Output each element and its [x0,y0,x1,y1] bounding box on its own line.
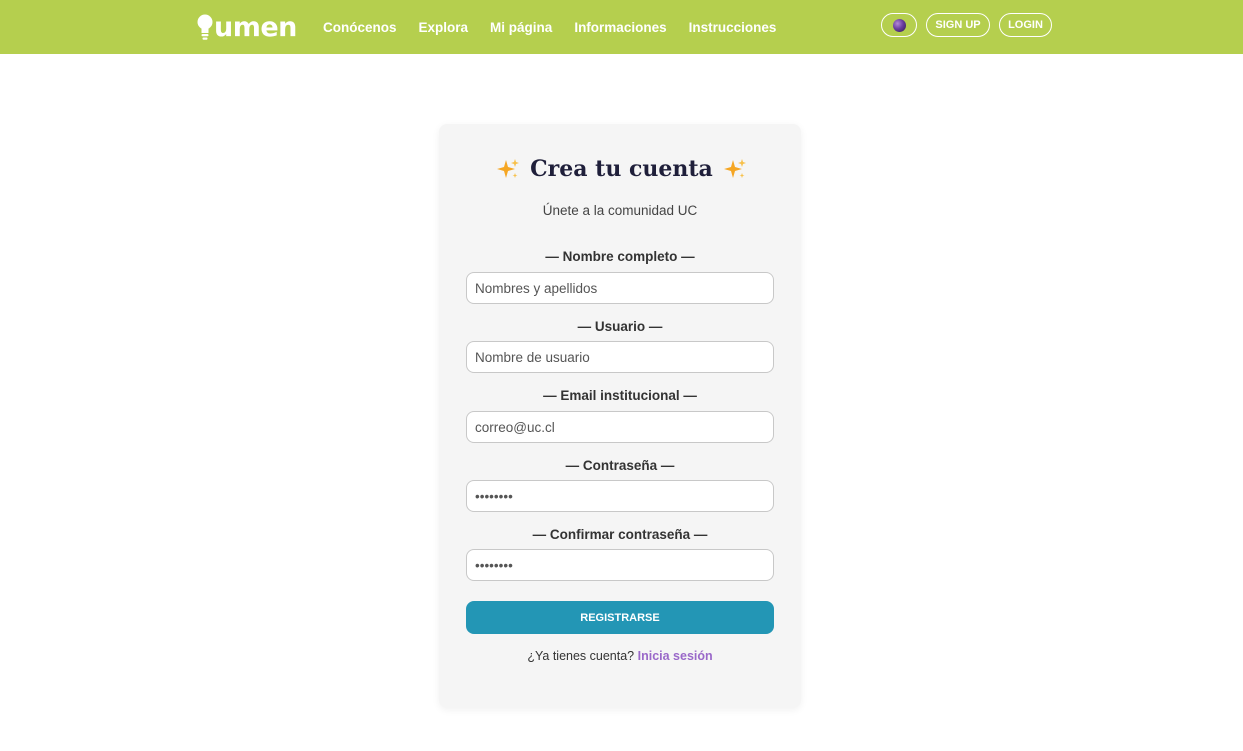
logo-text: umen [214,12,297,43]
password-input[interactable] [466,480,774,512]
form-title: Crea tu cuenta [530,156,713,182]
confirm-password-label: — Confirmar contraseña — [532,527,708,542]
sparkles-icon [497,159,520,178]
login-prompt: ¿Ya tienes cuenta? Inicia sesión [439,649,801,663]
username-label: — Usuario — [577,319,663,334]
nav-explora[interactable]: Explora [419,20,469,35]
register-button[interactable]: REGISTRARSE [466,601,774,634]
login-link[interactable]: Inicia sesión [638,649,713,663]
nav-conocenos[interactable]: Conócenos [323,20,397,35]
email-label: — Email institucional — [543,388,697,403]
password-label: — Contraseña — [565,458,675,473]
nav-instrucciones[interactable]: Instrucciones [689,20,777,35]
username-input[interactable] [466,341,774,373]
email-input[interactable] [466,411,774,443]
nav-informaciones[interactable]: Informaciones [574,20,666,35]
login-prompt-text: ¿Ya tienes cuenta? [527,649,635,663]
form-title-row: Crea tu cuenta [0,156,1243,182]
main-nav: Conócenos Explora Mi página Informacione… [323,0,798,54]
moon-icon [892,18,906,32]
lumen-logo[interactable]: umen [197,10,297,42]
header-actions: SIGN UP LOGIN [881,13,1052,37]
form-subtitle: Únete a la comunidad UC [542,203,698,218]
confirm-password-input[interactable] [466,549,774,581]
lightbulb-icon [197,14,213,40]
full-name-input[interactable] [466,272,774,304]
full-name-label: — Nombre completo — [545,249,695,264]
top-navbar: umen Conócenos Explora Mi página Informa… [0,0,1243,54]
sparkles-icon [723,159,746,178]
theme-toggle-button[interactable] [881,13,917,37]
signup-button[interactable]: SIGN UP [926,13,990,37]
login-button[interactable]: LOGIN [999,13,1052,37]
nav-mi-pagina[interactable]: Mi página [490,20,552,35]
